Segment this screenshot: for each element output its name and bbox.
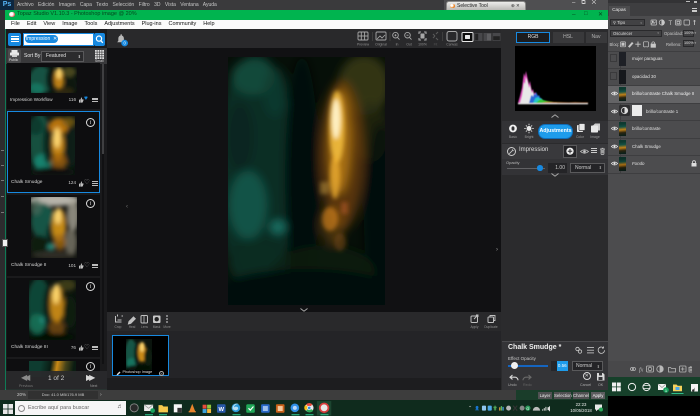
svg-text:More: More	[163, 325, 170, 329]
svg-text:In: In	[396, 43, 399, 47]
svg-text:Fit: Fit	[434, 43, 438, 47]
svg-text:Apply: Apply	[471, 325, 479, 329]
svg-text:Mask: Mask	[153, 325, 161, 329]
svg-text:100%: 100%	[418, 43, 427, 47]
svg-text:Original: Original	[375, 43, 387, 47]
svg-text:Duplicate: Duplicate	[484, 325, 498, 329]
svg-text:Image: Image	[590, 135, 600, 139]
svg-text:W: W	[218, 407, 224, 413]
svg-text:fx: fx	[639, 367, 644, 374]
svg-text:Bright: Bright	[525, 135, 534, 139]
svg-text:Preview: Preview	[357, 43, 370, 47]
svg-text:Color: Color	[576, 135, 585, 139]
svg-text:Crop: Crop	[115, 325, 122, 329]
svg-text:Basic: Basic	[509, 135, 518, 139]
svg-text:👤: 👤	[475, 406, 480, 411]
svg-text:T: T	[669, 21, 673, 26]
svg-text:Canvas: Canvas	[446, 43, 458, 47]
svg-text:Heal: Heal	[129, 325, 136, 329]
svg-text:Lens: Lens	[141, 325, 148, 329]
svg-text:G: G	[526, 407, 529, 411]
svg-text:⌃: ⌃	[468, 406, 472, 412]
svg-text:Out: Out	[406, 43, 412, 47]
